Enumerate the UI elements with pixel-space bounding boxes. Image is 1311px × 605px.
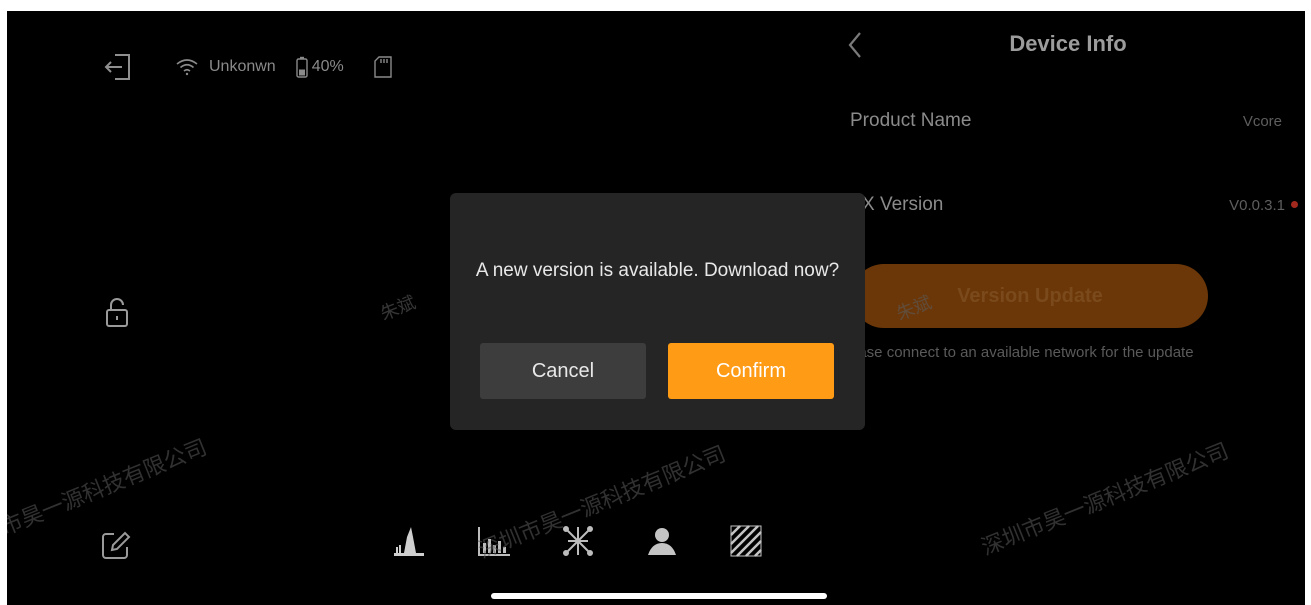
dialog-message: A new version is available. Download now…: [475, 260, 840, 281]
histogram-icon[interactable]: [392, 523, 428, 559]
edit-icon[interactable]: [100, 530, 132, 562]
cancel-button[interactable]: Cancel: [480, 343, 646, 399]
status-bar: Unkonwn 40%: [175, 52, 392, 82]
exit-icon[interactable]: [103, 53, 133, 81]
home-indicator[interactable]: [491, 593, 827, 599]
network-status-label: Unkonwn: [209, 58, 276, 75]
watermark-company-left: 市昊一源科技有限公司: [7, 434, 211, 540]
product-name-label: Product Name: [850, 110, 972, 131]
product-name-value: Vcore: [1242, 113, 1282, 130]
false-color-icon[interactable]: [644, 523, 680, 559]
update-dialog: A new version is available. Download now…: [450, 193, 865, 430]
sd-card-icon: [374, 56, 392, 78]
version-label: X Version: [862, 194, 944, 215]
bottom-toolbar: [392, 523, 812, 559]
zebra-icon[interactable]: [728, 523, 764, 559]
watermark-name-left: 朱斌: [377, 292, 419, 325]
confirm-button[interactable]: Confirm: [668, 343, 834, 399]
battery-indicator: 40%: [296, 56, 344, 78]
version-update-label: Version Update: [957, 284, 1103, 307]
battery-percent-label: 40%: [311, 58, 344, 75]
watermark-company-right: 深圳市昊一源科技有限公司: [977, 437, 1233, 560]
network-hint-text: ease connect to an available network for…: [850, 344, 1194, 361]
battery-icon: [296, 56, 308, 78]
app-screen: Unkonwn 40% Device Info Product Name Vco…: [7, 11, 1305, 605]
wifi-icon: [175, 57, 199, 77]
unlock-icon[interactable]: [105, 297, 129, 329]
update-available-dot: [1291, 201, 1298, 208]
version-value: V0.0.3.1: [1229, 197, 1285, 214]
panel-title: Device Info: [1009, 31, 1127, 56]
